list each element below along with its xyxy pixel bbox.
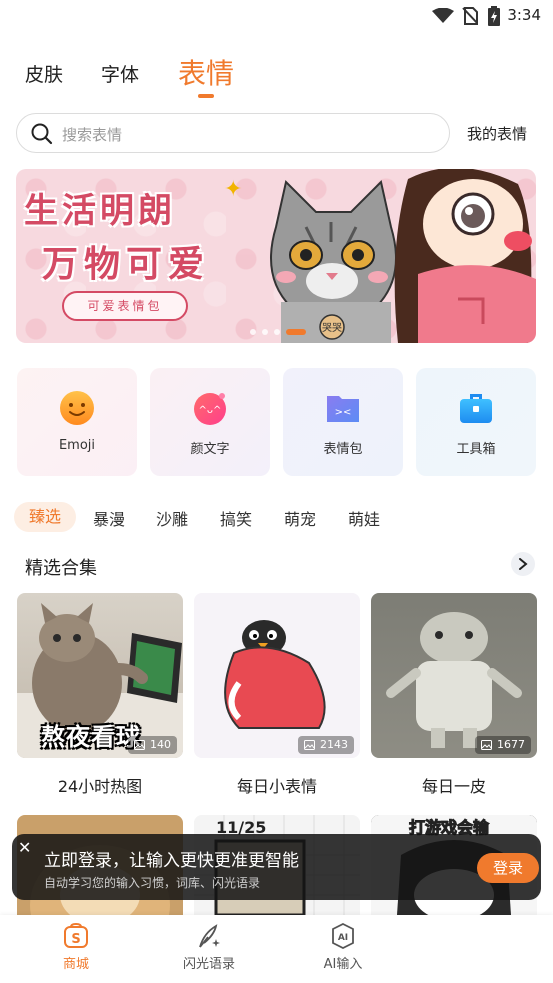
login-prompt-description: 自动学习您的输入习惯，词库、闪光语录: [44, 876, 261, 890]
search-placeholder: 搜索表情: [62, 126, 123, 144]
emoji-smile-icon: [60, 391, 94, 425]
thumbnail-caption: 熬夜看球: [41, 723, 141, 751]
wifi-icon: [432, 8, 454, 23]
penguin-sticker-image: [224, 620, 326, 729]
category-toolbox[interactable]: 工具箱: [416, 368, 536, 476]
tab-indicator: [198, 94, 214, 98]
collection-thumbnail: 熬夜看球 140: [17, 593, 183, 758]
image-icon: [304, 740, 315, 750]
svg-text:AI: AI: [338, 933, 348, 943]
cat-tag-text: 哭哭: [322, 322, 342, 334]
category-label: 工具箱: [456, 442, 496, 457]
collection-name: 每日小表情: [236, 777, 317, 796]
nav-label: 商城: [62, 957, 89, 972]
svg-text:^ᴗ^: ^ᴗ^: [199, 405, 222, 416]
tab-font[interactable]: 字体: [101, 60, 139, 87]
login-prompt-title: 立即登录，让输入更快更准更智能: [44, 851, 299, 871]
hamster-dancing-image: [386, 612, 522, 748]
tab-skin[interactable]: 皮肤: [25, 60, 63, 87]
promo-banner[interactable]: ✦ 生活明朗 万物可爱 可爱表情包 哭哭: [16, 169, 536, 343]
store-icon: S: [64, 923, 88, 948]
subtab-pets[interactable]: 萌宠: [284, 506, 316, 530]
image-count: 2143: [320, 738, 348, 751]
banner-tag: 可爱表情包: [62, 291, 188, 321]
subtab-rage-comics[interactable]: 暴漫: [93, 506, 125, 530]
no-sim-icon: [462, 7, 478, 25]
page-dot: [250, 329, 256, 335]
image-count-badge: 140: [128, 736, 177, 754]
banner-title-line2: 万物可爱: [42, 243, 211, 285]
image-count: 140: [150, 738, 171, 751]
page-dot: [274, 329, 280, 335]
battery-charging-icon: [488, 6, 500, 26]
banner-pagination: [250, 329, 306, 335]
login-button[interactable]: 登录: [477, 853, 539, 883]
tab-emoji[interactable]: 表情: [178, 52, 234, 92]
category-label: 颜文字: [190, 442, 230, 457]
image-count-badge: 1677: [475, 736, 531, 754]
collection-name: 每日一皮: [421, 777, 486, 796]
image-icon: [134, 740, 145, 750]
close-icon[interactable]: ✕: [18, 838, 31, 857]
search-input[interactable]: 搜索表情: [16, 113, 450, 153]
toolbox-icon: [460, 394, 492, 423]
collection-name: 24小时热图: [57, 777, 143, 796]
image-count-badge: 2143: [298, 736, 354, 754]
svg-text:><: ><: [335, 407, 352, 418]
subtab-featured[interactable]: 臻选: [14, 502, 76, 532]
svg-text:S: S: [71, 932, 80, 947]
category-kaomoji[interactable]: ^ᴗ^ 颜文字: [150, 368, 270, 476]
collection-thumbnail: 2143: [194, 593, 360, 758]
nav-flash-quotes[interactable]: 闪光语录: [164, 923, 254, 972]
bottom-navigation: S 商城 闪光语录 AI AI输入: [0, 915, 553, 983]
banner-title-line1: 生活明朗: [24, 191, 176, 231]
login-prompt-toast: ✕ 立即登录，让输入更快更准更智能 自动学习您的输入习惯，词库、闪光语录 登录: [12, 834, 541, 900]
nav-label: AI输入: [323, 957, 363, 972]
ai-icon: AI: [332, 923, 354, 949]
subtab-babies[interactable]: 萌娃: [348, 506, 380, 530]
section-more-button[interactable]: [511, 552, 535, 576]
section-title: 精选合集: [25, 558, 97, 579]
sticker-folder-icon: ><: [327, 396, 359, 422]
cat-illustration: 哭哭: [270, 180, 397, 343]
chevron-right-icon: [519, 558, 528, 570]
category-emoji[interactable]: Emoji: [17, 368, 137, 476]
nav-store[interactable]: S 商城: [31, 923, 121, 972]
top-tabs: 皮肤 字体 表情: [0, 48, 553, 104]
kaomoji-icon: ^ᴗ^: [194, 393, 226, 425]
collection-thumbnail: 1677: [371, 593, 537, 758]
image-icon: [481, 740, 492, 750]
my-emoji-link[interactable]: 我的表情: [467, 123, 527, 144]
girl-illustration: [394, 169, 536, 343]
quill-sparkle-icon: [199, 924, 220, 948]
page-dot: [262, 329, 268, 335]
search-icon: [31, 123, 53, 145]
category-sticker-pack[interactable]: >< 表情包: [283, 368, 403, 476]
nav-label: 闪光语录: [182, 957, 235, 972]
status-bar: 3:34: [0, 0, 553, 32]
nav-ai-input[interactable]: AI AI输入: [298, 923, 388, 972]
sparkle-icon: ✦: [224, 177, 243, 202]
category-label: Emoji: [58, 438, 96, 453]
subtab-silly[interactable]: 沙雕: [156, 506, 188, 530]
image-count: 1677: [497, 738, 525, 751]
subtab-funny[interactable]: 搞笑: [220, 506, 252, 530]
page-dot-active: [286, 329, 306, 335]
category-label: 表情包: [323, 442, 363, 457]
clock: 3:34: [507, 6, 541, 24]
